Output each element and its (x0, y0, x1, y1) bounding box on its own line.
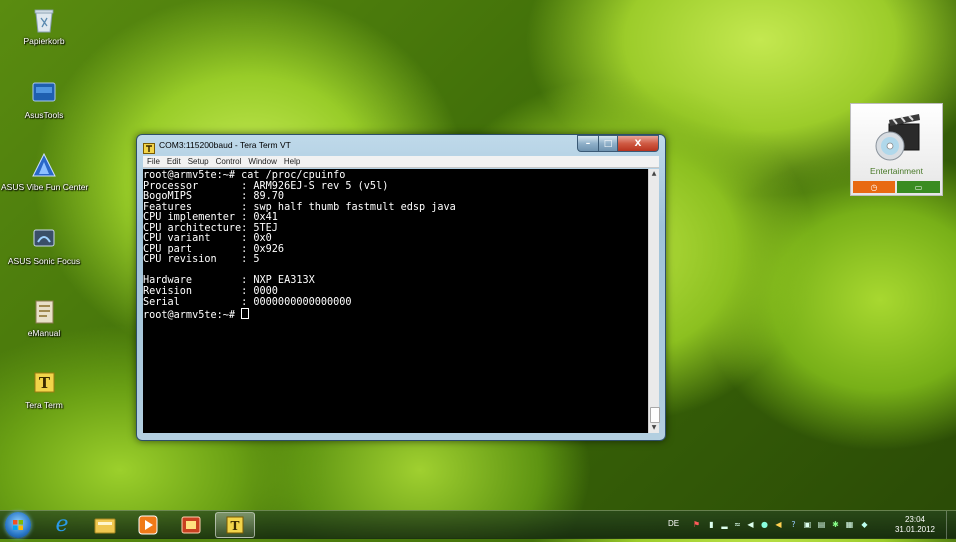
terminal-prompt-line: root@armv5te:~# (143, 308, 648, 322)
media-player-icon (138, 515, 158, 535)
file-explorer-icon (94, 518, 116, 534)
settings-app-icon (181, 516, 201, 534)
scroll-down-arrow-icon[interactable]: ▼ (649, 423, 659, 433)
menu-control[interactable]: Control (216, 157, 242, 166)
film-clapper-icon (873, 110, 923, 168)
shield-icon[interactable]: ◆ (860, 520, 869, 529)
desktop-icon-label: AsusTools (24, 110, 64, 120)
terminal-line: Revision : 0000 (143, 286, 278, 298)
desktop-icon-recycle-bin[interactable]: Papierkorb (1, 6, 87, 46)
terminal-cursor (241, 308, 250, 320)
taskbar-media-player[interactable] (128, 512, 168, 538)
scrollbar-thumb[interactable] (650, 407, 660, 423)
battery-icon[interactable]: ▮ (707, 520, 716, 529)
clock-icon: ◷ (870, 182, 878, 192)
screen-icon: ▭ (914, 182, 923, 192)
terminal-line: Serial : 0000000000000000 (143, 296, 352, 308)
sync-icon[interactable]: ● (760, 520, 769, 529)
help-icon[interactable]: ? (789, 520, 798, 529)
menu-window[interactable]: Window (248, 157, 276, 166)
tera-term-window[interactable]: COM3:115200baud - Tera Term VT – □ X Fil… (136, 134, 666, 441)
desktop-icon-tera-term[interactable]: T Tera Term (1, 370, 87, 410)
desktop-icon-label: Papierkorb (23, 36, 65, 46)
language-indicator[interactable]: DE (668, 519, 679, 528)
speaker-icon[interactable]: ◀ (774, 520, 783, 529)
taskbar-file-explorer[interactable] (85, 512, 125, 538)
entertainment-gadget[interactable]: Entertainment ◷ ▭ (850, 103, 943, 196)
start-button[interactable] (5, 512, 31, 538)
close-button[interactable]: X (618, 135, 659, 152)
asus-tools-icon (31, 80, 57, 108)
taskbar-tera-term[interactable]: T (215, 512, 255, 538)
menu-edit[interactable]: Edit (167, 157, 181, 166)
menu-setup[interactable]: Setup (188, 157, 209, 166)
tera-term-title-icon (143, 139, 155, 154)
desktop-icon-asus-tools[interactable]: AsusTools (1, 80, 87, 120)
tera-term-icon: T (226, 516, 244, 534)
maximize-button[interactable]: □ (599, 135, 618, 152)
menu-bar: File Edit Setup Control Window Help (143, 156, 659, 168)
desktop-icon-label: Tera Term (25, 400, 63, 410)
emanual-icon (31, 298, 57, 326)
minimize-button[interactable]: – (577, 135, 599, 152)
recycle-bin-icon (31, 6, 57, 34)
action-center-icon[interactable]: ⚑ (692, 520, 701, 529)
menu-help[interactable]: Help (284, 157, 300, 166)
window-titlebar[interactable]: COM3:115200baud - Tera Term VT – □ X (137, 135, 665, 155)
volume-icon[interactable]: ◀ (746, 520, 755, 529)
internet-explorer-icon: e (55, 512, 69, 537)
asus-vibe-icon (31, 152, 57, 180)
taskbar-internet-explorer[interactable]: e (42, 512, 82, 538)
monitor-icon[interactable]: ▣ (803, 520, 812, 529)
show-desktop-button[interactable] (946, 511, 956, 539)
network-icon[interactable]: ≈ (733, 520, 742, 529)
tera-term-icon: T (31, 370, 57, 398)
terminal-line: CPU revision : 5 (143, 254, 260, 266)
clock-date: 31.01.2012 (894, 525, 936, 534)
windows-logo-icon (13, 520, 23, 530)
window-title: COM3:115200baud - Tera Term VT (159, 140, 291, 150)
menu-file[interactable]: File (147, 157, 160, 166)
network-signal-icon[interactable]: ▂ (720, 520, 729, 529)
svg-text:T: T (231, 519, 240, 533)
desktop-icon-label: eManual (27, 328, 61, 338)
desktop-icon-label: ASUS Sonic Focus (7, 256, 81, 266)
gadget-label: Entertainment (870, 166, 923, 176)
taskbar-clock[interactable]: 23:04 31.01.2012 (890, 515, 940, 535)
taskbar: e T DE ⚑ ▮ ▂ ≈ ◀ ● ◀ ? ▣ ▤ ✱ ▦ ◆ 23:04 3… (0, 510, 956, 539)
clock-time: 23:04 (904, 515, 926, 524)
desktop-icon-emanual[interactable]: eManual (1, 298, 87, 338)
asus-sonic-focus-icon (31, 226, 57, 254)
terminal-prompt: root@armv5te:~# (143, 310, 242, 322)
terminal-output[interactable]: root@armv5te:~# cat /proc/cpuinfo Process… (143, 169, 648, 433)
bluetooth-icon[interactable]: ✱ (831, 520, 840, 529)
terminal-line: root@armv5te:~# cat /proc/cpuinfo (143, 170, 346, 181)
taskbar-settings-app[interactable] (171, 512, 211, 538)
desktop-icon-asus-vibe[interactable]: ASUS Vibe Fun Center (1, 152, 89, 192)
desktop-icon-label: ASUS Vibe Fun Center (1, 182, 89, 192)
printer-icon[interactable]: ▤ (817, 520, 826, 529)
vertical-scrollbar[interactable]: ▲ ▼ (648, 169, 660, 433)
gadget-clock-button[interactable]: ◷ (853, 181, 895, 193)
device-icon[interactable]: ▦ (845, 520, 854, 529)
svg-text:T: T (39, 374, 51, 392)
gadget-screen-button[interactable]: ▭ (897, 181, 940, 193)
desktop-icon-asus-sonic-focus[interactable]: ASUS Sonic Focus (1, 226, 87, 266)
scroll-up-arrow-icon[interactable]: ▲ (649, 169, 659, 179)
